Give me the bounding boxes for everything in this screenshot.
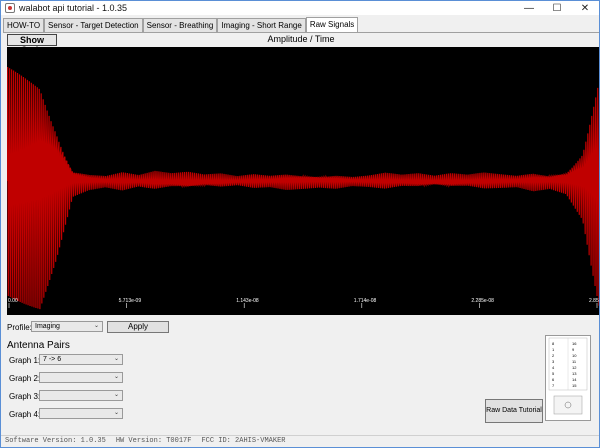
signal-series xyxy=(7,67,599,310)
amplitude-time-plot: 0.00 5.713e-09 1.143e-08 1.714e-08 2.285e-08… xyxy=(7,47,599,315)
close-button[interactable]: ✕ xyxy=(571,1,599,15)
graph-3-select[interactable]: ⌄ xyxy=(39,390,123,401)
antenna-map: 8 16 1 9 2 10 3 11 4 12 5 13 6 14 7 15 xyxy=(548,337,588,415)
tab-raw-signals[interactable]: Raw Signals xyxy=(305,17,359,32)
signal-chart: 0.00 5.713e-09 1.143e-08 1.714e-08 2.285e-08… xyxy=(7,67,599,310)
chevron-down-icon: ⌄ xyxy=(113,374,119,380)
antenna-number: 9 xyxy=(572,347,575,352)
antenna-layout-thumbnail: 8 16 1 9 2 10 3 11 4 12 5 13 6 14 7 15 xyxy=(545,335,591,421)
antenna-number: 12 xyxy=(572,365,577,370)
x-tick-label: 0.00 xyxy=(8,298,18,304)
raw-data-tutorial-button[interactable]: Raw Data Tutorial xyxy=(485,399,543,423)
graph-4-select[interactable]: ⌄ xyxy=(39,408,123,419)
chevron-down-icon: ⌄ xyxy=(113,410,119,416)
chart-title: Amplitude / Time xyxy=(267,34,335,44)
profile-select-value: Imaging xyxy=(35,323,60,330)
profile-select[interactable]: Imaging ⌄ xyxy=(31,321,103,332)
antenna-number: 15 xyxy=(572,383,577,388)
tab-sensor-breathing[interactable]: Sensor - Breathing xyxy=(142,18,218,32)
antenna-number: 16 xyxy=(572,341,577,346)
x-tick-label: 2.285e-08 xyxy=(471,298,494,304)
graph-3-label: Graph 3: xyxy=(9,392,41,401)
graph-4-label: Graph 4: xyxy=(9,410,41,419)
antenna-number: 11 xyxy=(572,359,577,364)
graph-2-select[interactable]: ⌄ xyxy=(39,372,123,383)
x-tick-label: 1.143e-08 xyxy=(236,298,259,304)
fcc-id: FCC ID: 2AHIS-VMAKER xyxy=(201,437,286,445)
window-title: walabot api tutorial - 1.0.35 xyxy=(19,3,128,13)
antenna-number: 8 xyxy=(552,341,555,346)
graph-1-label: Graph 1: xyxy=(9,356,41,365)
device-board-icon xyxy=(553,395,583,415)
tab-bar: HOW-TO Sensor - Target Detection Sensor … xyxy=(3,17,359,32)
antenna-number: 10 xyxy=(572,353,577,358)
antenna-number: 7 xyxy=(552,383,555,388)
status-bar: Software Version: 1.0.35 HW Version: T00… xyxy=(1,435,599,447)
title-bar[interactable]: walabot api tutorial - 1.0.35 — ☐ ✕ xyxy=(1,1,599,15)
antenna-number: 2 xyxy=(552,353,555,358)
maximize-button[interactable]: ☐ xyxy=(543,1,571,15)
graph-1-select[interactable]: 7 -> 6 ⌄ xyxy=(39,354,123,365)
antenna-number: 3 xyxy=(552,359,555,364)
hw-version: HW Version: T0017F xyxy=(115,437,192,445)
x-tick-label: 1.714e-08 xyxy=(354,298,377,304)
app-window: walabot api tutorial - 1.0.35 — ☐ ✕ HOW-… xyxy=(0,0,600,448)
tab-how-to[interactable]: HOW-TO xyxy=(3,18,45,32)
antenna-number: 14 xyxy=(572,377,577,382)
antenna-number: 6 xyxy=(552,377,555,382)
apply-button[interactable]: Apply xyxy=(107,321,169,333)
x-axis: 0.00 5.713e-09 1.143e-08 1.714e-08 2.285e-08… xyxy=(8,298,599,308)
chevron-down-icon: ⌄ xyxy=(113,356,119,362)
x-tick-label: 5.713e-09 xyxy=(119,298,142,304)
tab-content: Amplitude / Time Show Code 0.00 5.713e-09… xyxy=(3,32,599,434)
antenna-number: 1 xyxy=(552,347,555,352)
profile-label: Profile: xyxy=(7,323,32,332)
graph-1-value: 7 -> 6 xyxy=(43,356,62,363)
show-code-button[interactable]: Show Code xyxy=(7,34,57,55)
antenna-pairs-title: Antenna Pairs xyxy=(7,340,70,351)
antenna-number: 5 xyxy=(552,371,555,376)
minimize-button[interactable]: — xyxy=(515,1,543,15)
window-controls: — ☐ ✕ xyxy=(515,1,599,15)
chevron-down-icon: ⌄ xyxy=(113,392,119,398)
antenna-number: 13 xyxy=(572,371,577,376)
tab-sensor-target-detection[interactable]: Sensor - Target Detection xyxy=(44,18,143,32)
chevron-down-icon: ⌄ xyxy=(93,323,99,329)
x-tick-label: 2.856e-08 xyxy=(589,298,599,304)
tab-imaging-short-range[interactable]: Imaging - Short Range xyxy=(217,18,306,32)
signal-trace xyxy=(7,67,599,310)
software-version: Software Version: 1.0.35 xyxy=(5,437,106,445)
graph-2-label: Graph 2: xyxy=(9,374,41,383)
app-icon xyxy=(5,3,15,13)
antenna-number: 4 xyxy=(552,365,555,370)
